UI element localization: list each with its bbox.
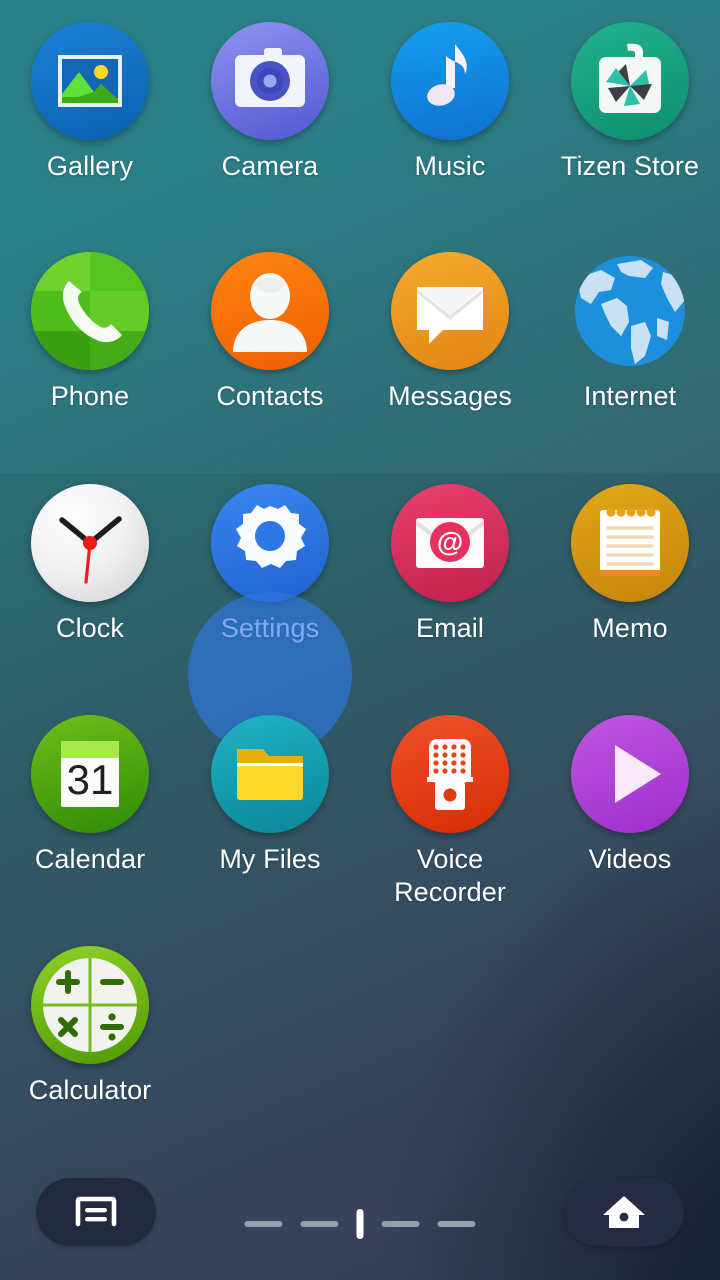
app-label: Tizen Store [560, 151, 700, 181]
contacts-person-icon [211, 252, 329, 370]
app-label: Gallery [46, 151, 134, 181]
folder-icon [211, 715, 329, 833]
app-item-memo[interactable]: Memo [540, 484, 720, 645]
page-dot-current[interactable] [356, 1209, 364, 1239]
gallery-icon [31, 22, 149, 140]
app-label: Music [414, 151, 486, 181]
page-dot-2[interactable] [300, 1221, 339, 1227]
calendar-31-icon: 31 [31, 715, 149, 833]
app-item-email[interactable]: @ Email [360, 484, 540, 645]
clock-face-icon [31, 484, 149, 602]
svg-text:@: @ [437, 527, 463, 557]
home-button[interactable] [564, 1178, 684, 1246]
app-label: Calculator [28, 1075, 152, 1105]
app-item-music[interactable]: Music [360, 22, 540, 183]
app-label: Voice Recorder [394, 844, 506, 907]
app-label: Calendar [34, 844, 146, 874]
app-item-clock[interactable]: Clock [0, 484, 180, 645]
app-label: Camera [221, 151, 319, 181]
page-indicator[interactable] [244, 1209, 476, 1239]
app-item-contacts[interactable]: Contacts [180, 252, 360, 413]
app-label: Internet [583, 381, 677, 411]
app-item-camera[interactable]: Camera [180, 22, 360, 183]
internet-globe-icon [571, 252, 689, 370]
app-label: Clock [55, 613, 124, 643]
page-dot-5[interactable] [437, 1221, 476, 1227]
app-label: Phone [50, 381, 130, 411]
memo-notepad-icon [571, 484, 689, 602]
app-item-settings[interactable]: Settings [180, 484, 360, 756]
settings-gear-icon [211, 484, 329, 602]
app-item-tizen-store[interactable]: Tizen Store [540, 22, 720, 183]
camera-icon [211, 22, 329, 140]
video-play-icon [571, 715, 689, 833]
app-label: Memo [592, 613, 668, 643]
app-label: Email [415, 613, 484, 643]
menu-card-icon [75, 1196, 117, 1227]
app-grid: Gallery Camera Music Tizen Store Phone C… [0, 0, 720, 1160]
email-envelope-icon: @ [391, 484, 509, 602]
app-item-calculator[interactable]: Calculator [0, 946, 180, 1107]
bottom-navigation-bar [0, 1160, 720, 1280]
tizen-store-icon [571, 22, 689, 140]
app-item-messages[interactable]: Messages [360, 252, 540, 413]
svg-text:31: 31 [67, 756, 114, 803]
app-item-voice-recorder[interactable]: Voice Recorder [360, 715, 540, 909]
app-item-videos[interactable]: Videos [540, 715, 720, 876]
messages-bubble-icon [391, 252, 509, 370]
page-dot-1[interactable] [244, 1221, 283, 1227]
page-dot-4[interactable] [381, 1221, 420, 1227]
app-item-gallery[interactable]: Gallery [0, 22, 180, 183]
app-item-internet[interactable]: Internet [540, 252, 720, 413]
phone-handset-icon [31, 252, 149, 370]
app-label: Messages [388, 381, 512, 411]
calculator-icon [31, 946, 149, 1064]
music-note-icon [391, 22, 509, 140]
app-label: Settings [220, 613, 320, 643]
app-label: Videos [588, 844, 672, 874]
home-icon [603, 1196, 645, 1228]
app-label: My Files [219, 844, 321, 874]
microphone-icon [391, 715, 509, 833]
app-item-my-files[interactable]: My Files [180, 715, 360, 876]
app-item-phone[interactable]: Phone [0, 252, 180, 413]
app-label: Contacts [216, 381, 324, 411]
menu-button[interactable] [36, 1178, 156, 1246]
app-item-calendar[interactable]: 31 Calendar [0, 715, 180, 876]
